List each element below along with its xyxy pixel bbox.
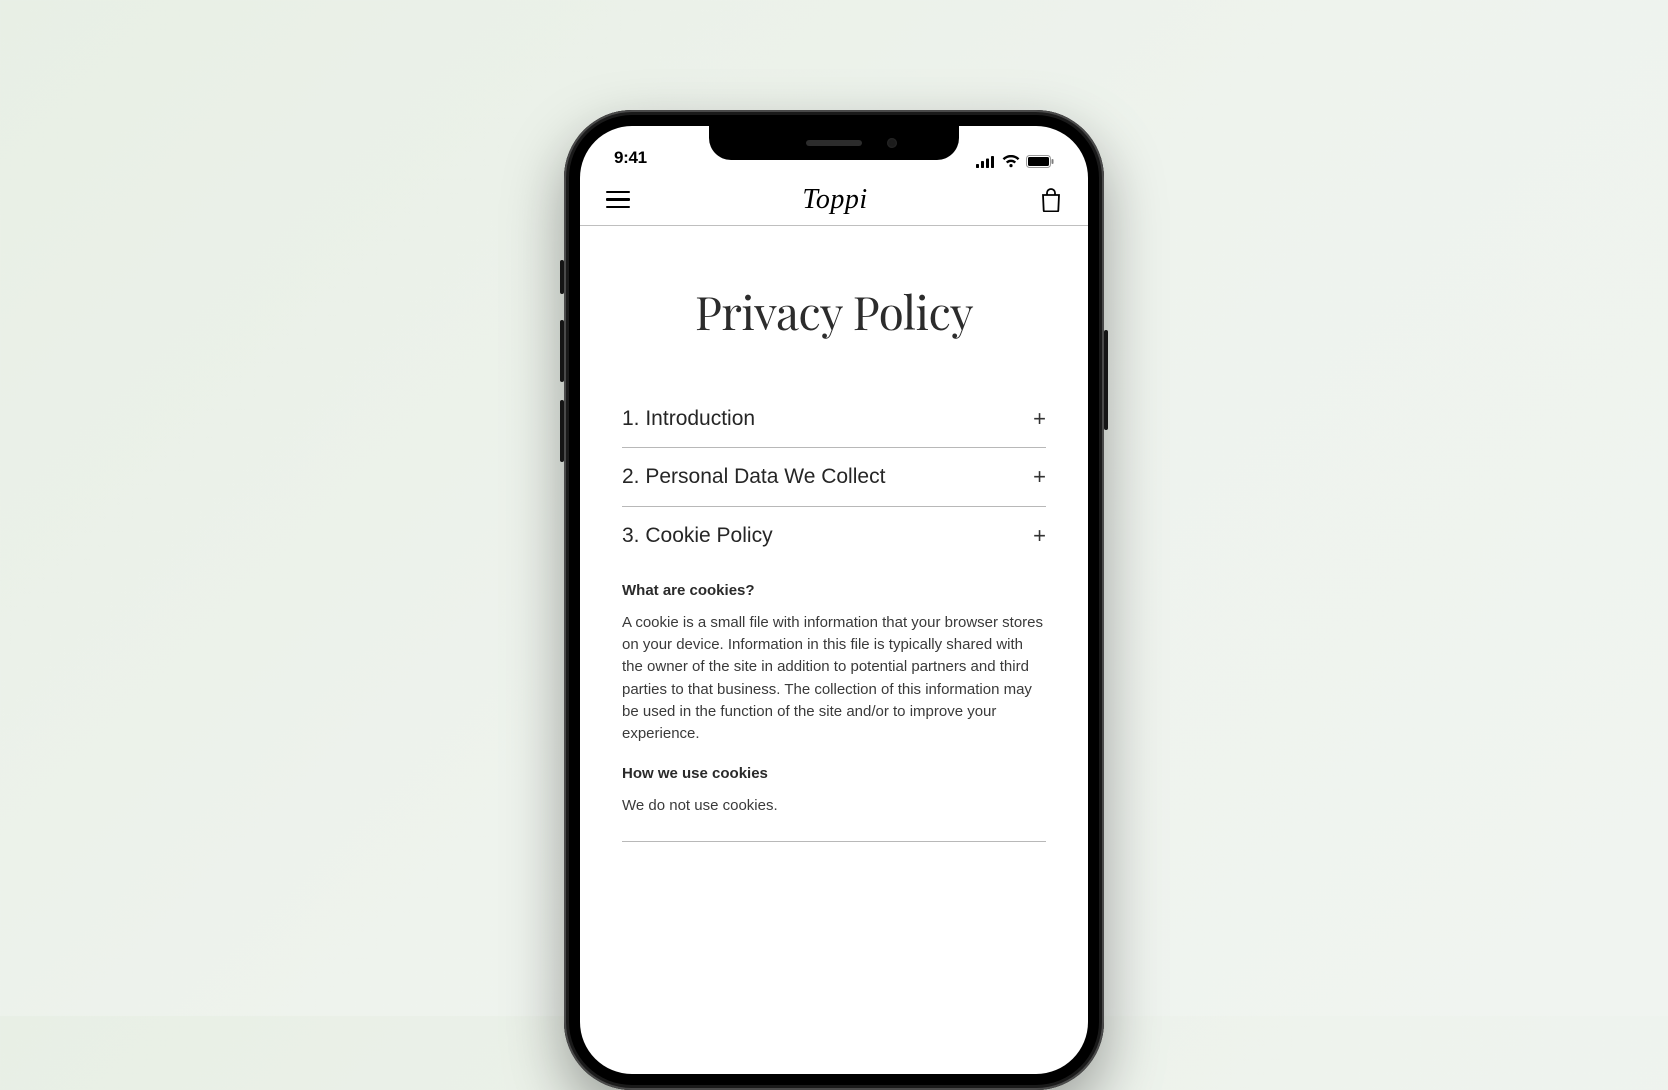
power-button <box>1104 330 1108 430</box>
cookie-paragraph-what: A cookie is a small file with informatio… <box>622 612 1046 745</box>
plus-icon: + <box>1033 408 1046 430</box>
accordion-label: 1. Introduction <box>622 406 779 432</box>
cookie-subheading-how: How we use cookies <box>622 763 1046 785</box>
speaker-grille <box>806 140 862 146</box>
accordion-item-personal-data: 2. Personal Data We Collect + <box>622 448 1046 506</box>
accordion-toggle-personal-data[interactable]: 2. Personal Data We Collect + <box>622 448 1046 505</box>
page-title: Privacy Policy <box>622 280 1046 342</box>
accordion-toggle-cookie-policy[interactable]: 3. Cookie Policy + <box>622 507 1046 564</box>
accordion-toggle-introduction[interactable]: 1. Introduction + <box>622 390 1046 447</box>
accordion-body-cookie-policy: What are cookies? A cookie is a small fi… <box>622 564 1046 842</box>
front-camera <box>887 138 897 148</box>
accordion-label: 3. Cookie Policy <box>622 523 797 549</box>
menu-icon[interactable] <box>606 191 630 209</box>
plus-icon: + <box>1033 525 1046 547</box>
cookie-paragraph-how: We do not use cookies. <box>622 795 1046 817</box>
notch <box>709 126 959 160</box>
battery-icon <box>1026 155 1054 168</box>
cookie-subheading-what: What are cookies? <box>622 580 1046 602</box>
phone-mockup: 9:41 <box>564 110 1104 1090</box>
accordion-label: 2. Personal Data We Collect <box>622 464 909 490</box>
app-header: Toppi <box>580 174 1088 226</box>
status-time: 9:41 <box>614 148 647 168</box>
logo[interactable]: Toppi <box>802 184 867 216</box>
page-content: Privacy Policy 1. Introduction + 2. Pers… <box>580 226 1088 1074</box>
accordion-item-cookie-policy: 3. Cookie Policy + What are cookies? A c… <box>622 507 1046 843</box>
shopping-bag-icon[interactable] <box>1040 188 1062 212</box>
accordion-item-introduction: 1. Introduction + <box>622 390 1046 448</box>
status-indicators <box>976 155 1054 168</box>
wifi-icon <box>1002 155 1020 168</box>
phone-frame: 9:41 <box>564 110 1104 1090</box>
screen: 9:41 <box>580 126 1088 1074</box>
cellular-icon <box>976 156 996 168</box>
plus-icon: + <box>1033 466 1046 488</box>
